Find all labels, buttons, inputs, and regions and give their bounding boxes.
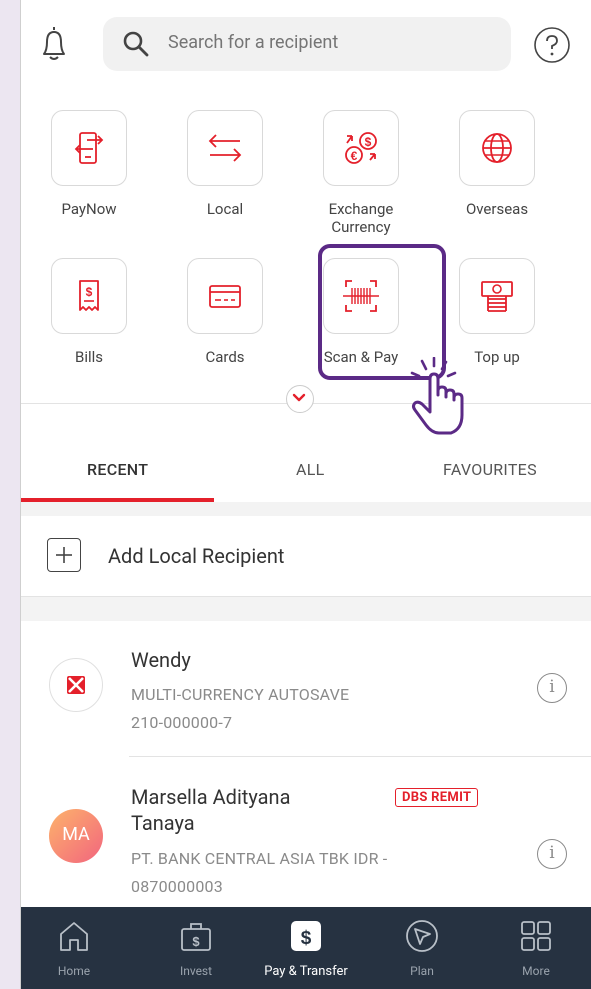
svg-text:$: $ [192,934,200,949]
recipient-name-line2: Tanaya [131,811,195,835]
search-placeholder: Search for a recipient [168,32,339,53]
credit-card-icon [209,285,241,308]
expand-button[interactable] [286,385,314,413]
recipient-account: 0870000003 [131,877,223,896]
chevron-down-icon [292,393,306,402]
nav-invest-label: Invest [179,964,213,978]
nav-more[interactable]: More [481,907,591,989]
recipient-account: 210-000000-7 [131,713,233,732]
nav-pay-transfer[interactable]: $ Pay & Transfer [251,907,361,989]
tabs-shadow [21,502,591,516]
tile-bills[interactable]: $ Bills [29,258,149,366]
tile-bills-box[interactable]: $ [51,258,127,334]
header: Search for a recipient [21,0,591,90]
tile-topup-box[interactable] [459,258,535,334]
avatar-initials: MA [62,824,90,845]
tile-overseas-label: Overseas [465,200,529,218]
tile-overseas[interactable]: Overseas [437,110,557,218]
bottom-nav: Home $ Invest $ Pay & Transfer Plan More [21,907,591,989]
recipient-name-line1: Marsella Adityana [131,785,291,809]
tile-cards-label: Cards [205,348,245,366]
nav-pay-transfer-label: Pay & Transfer [264,964,348,979]
tile-bills-label: Bills [74,348,104,366]
tile-top-up[interactable]: Top up [437,258,557,366]
recipient-row-wendy[interactable]: Wendy MULTI-CURRENCY AUTOSAVE 210-000000… [21,621,591,756]
search-icon [123,31,149,57]
nav-plan[interactable]: Plan [367,907,477,989]
dbs-logo-avatar [49,658,103,712]
paynow-icon [74,132,104,164]
help-icon[interactable] [533,26,571,64]
tile-cards[interactable]: Cards [165,258,285,366]
nav-invest[interactable]: $ Invest [141,907,251,989]
nav-home-label: Home [57,964,91,978]
tab-all[interactable]: ALL [296,460,325,479]
tile-overseas-box[interactable] [459,110,535,186]
plus-icon [47,538,81,572]
tile-paynow[interactable]: PayNow [29,110,149,218]
svg-text:$: $ [86,285,93,299]
recipient-tabs: RECENT ALL FAVOURITES [21,440,591,502]
dbs-logo-icon [67,676,85,694]
compass-arrow-icon [406,920,438,952]
nav-plan-label: Plan [410,964,434,978]
tap-hand-icon [410,357,464,435]
tile-exchange-currency[interactable]: $ € Exchange Currency [301,110,421,236]
bell-icon[interactable] [38,24,70,64]
transfer-arrows-icon [208,134,242,162]
tile-paynow-box[interactable] [51,110,127,186]
cash-stack-icon [481,281,513,312]
section-gap [21,596,591,621]
add-local-recipient-row[interactable]: Add Local Recipient [21,516,591,596]
recipient-bank: PT. BANK CENTRAL ASIA TBK IDR - [131,849,388,868]
svg-text:$: $ [365,135,372,149]
pay-dollar-icon: $ [291,921,321,951]
receipt-icon: $ [79,280,99,311]
dbs-remit-badge: DBS REMIT [395,788,479,807]
initials-avatar: MA [49,809,103,863]
briefcase-dollar-icon: $ [181,923,211,951]
recipient-bank: MULTI-CURRENCY AUTOSAVE [131,685,350,704]
recipient-row-marsella[interactable]: MA Marsella Adityana Tanaya PT. BANK CEN… [21,757,591,907]
info-icon[interactable]: i [537,839,567,869]
tile-local-label: Local [206,200,244,218]
globe-icon [482,133,512,163]
home-icon [60,922,88,951]
nav-more-label: More [522,964,550,978]
search-input[interactable]: Search for a recipient [103,17,511,71]
currency-exchange-icon: $ € [345,132,377,164]
tile-exchange-box[interactable]: $ € [323,110,399,186]
svg-text:€: € [351,149,358,163]
info-icon[interactable]: i [537,673,567,703]
add-recipient-label: Add Local Recipient [108,544,285,568]
tile-cards-box[interactable] [187,258,263,334]
tile-paynow-label: PayNow [61,200,117,218]
recipient-name: Wendy [131,648,191,672]
grid-icon [521,921,551,951]
tile-exchange-label: Exchange Currency [328,200,394,236]
tile-local[interactable]: Local [165,110,285,218]
tab-recent[interactable]: RECENT [87,460,148,479]
tab-favourites[interactable]: FAVOURITES [443,460,537,479]
svg-text:$: $ [301,928,312,949]
phone-screen: Search for a recipient PayNow Local $ € … [20,0,591,989]
tile-local-box[interactable] [187,110,263,186]
nav-home[interactable]: Home [21,907,129,989]
